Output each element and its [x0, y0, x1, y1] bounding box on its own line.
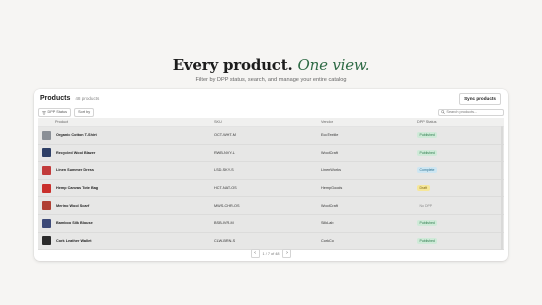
- product-name: Hemp Canvas Tote Bag: [56, 186, 99, 191]
- product-sku: OCT-WHT-M: [214, 133, 236, 138]
- table-row[interactable]: Linen Summer Dress LSD-SKY-S LinenWorks …: [38, 162, 504, 180]
- product-vendor: EcoTextile: [321, 133, 339, 138]
- sort-label: Sort by: [78, 110, 91, 114]
- table-row[interactable]: Bamboo Silk Blouse BSB-IVR-M SilkLab Pub…: [38, 214, 504, 233]
- product-thumbnail: [42, 183, 51, 193]
- next-page-button[interactable]: ›: [282, 249, 292, 258]
- product-sku: HCT-NAT-OS: [214, 186, 237, 191]
- filter-icon: [42, 111, 46, 114]
- product-name: Recycled Wool Blazer: [56, 150, 96, 155]
- toolbar: DPP Status Sort by: [34, 107, 508, 118]
- hero: Every product. One view. Filter by DPP s…: [0, 56, 542, 83]
- search-icon: [441, 110, 445, 114]
- prev-page-button[interactable]: ‹: [250, 249, 260, 258]
- product-vendor: SilkLab: [321, 221, 334, 226]
- product-thumbnail: [42, 148, 51, 158]
- status-badge: Draft: [417, 185, 430, 192]
- card-title: Products: [40, 94, 71, 102]
- products-card: Products 48 products Sync products DPP S…: [34, 89, 508, 261]
- status-badge: Published: [417, 149, 438, 156]
- table-row[interactable]: Merino Wool Scarf MWS-CHR-OS WoolCraft N…: [38, 197, 504, 215]
- search-box: [438, 108, 504, 116]
- status-badge: Published: [417, 220, 438, 227]
- product-name: Bamboo Silk Blouse: [56, 221, 93, 226]
- page-info: 1 / 7 of 48: [262, 251, 280, 256]
- product-name: Merino Wool Scarf: [56, 203, 90, 208]
- product-vendor: HempGoods: [321, 186, 343, 191]
- card-header: Products 48 products Sync products: [34, 89, 508, 107]
- table-row[interactable]: Hemp Canvas Tote Bag HCT-NAT-OS HempGood…: [38, 179, 504, 198]
- product-thumbnail: [42, 236, 51, 246]
- product-sku: MWS-CHR-OS: [214, 203, 240, 208]
- table-row[interactable]: Organic Cotton T-Shirt OCT-WHT-M EcoText…: [38, 127, 504, 145]
- product-thumbnail: [42, 201, 51, 211]
- sort-button[interactable]: Sort by: [74, 108, 95, 117]
- table-scrollbar[interactable]: [501, 126, 503, 251]
- hero-title-accent: One view.: [297, 56, 370, 74]
- product-vendor: CorkCo: [321, 238, 334, 243]
- product-vendor: WoolCraft: [321, 150, 338, 155]
- hero-subtitle: Filter by DPP status, search, and manage…: [195, 77, 347, 83]
- pagination: ‹ 1 / 7 of 48 ›: [34, 249, 508, 258]
- product-thumbnail: [42, 218, 51, 228]
- status-badge: Published: [417, 237, 438, 244]
- product-sku: LSD-SKY-S: [214, 168, 234, 173]
- table-header: Product SKU Vendor DPP Status: [38, 118, 504, 127]
- dpp-status-filter-label: DPP Status: [47, 110, 68, 114]
- product-thumbnail: [42, 130, 51, 140]
- col-sku[interactable]: SKU: [214, 120, 321, 124]
- products-table: Product SKU Vendor DPP Status Organic Co…: [38, 118, 504, 251]
- col-product[interactable]: Product: [38, 120, 214, 124]
- table-row[interactable]: Cork Leather Wallet CLW-BRN-S CorkCo Pub…: [38, 232, 504, 251]
- hero-title-main: Every product.: [172, 56, 293, 74]
- product-count: 48 products: [75, 95, 100, 101]
- sync-products-button[interactable]: Sync products: [459, 93, 501, 105]
- col-vendor[interactable]: Vendor: [321, 120, 417, 124]
- col-dpp-status[interactable]: DPP Status: [417, 120, 504, 124]
- product-thumbnail: [42, 165, 51, 175]
- hero-title: Every product. One view.: [0, 56, 542, 74]
- product-name: Organic Cotton T-Shirt: [56, 133, 97, 138]
- search-input[interactable]: [446, 110, 501, 114]
- product-name: Linen Summer Dress: [56, 168, 94, 173]
- table-row[interactable]: Recycled Wool Blazer RWB-NVY-L WoolCraft…: [38, 144, 504, 163]
- product-name: Cork Leather Wallet: [56, 238, 92, 243]
- product-sku: BSB-IVR-M: [214, 221, 234, 226]
- product-sku: CLW-BRN-S: [214, 238, 236, 243]
- product-sku: RWB-NVY-L: [214, 150, 235, 155]
- status-badge: Complete: [417, 167, 437, 174]
- status-badge: Published: [417, 132, 438, 139]
- status-badge: No DPP: [419, 203, 433, 208]
- product-vendor: WoolCraft: [321, 203, 338, 208]
- dpp-status-filter[interactable]: DPP Status: [38, 108, 72, 117]
- product-vendor: LinenWorks: [321, 168, 341, 173]
